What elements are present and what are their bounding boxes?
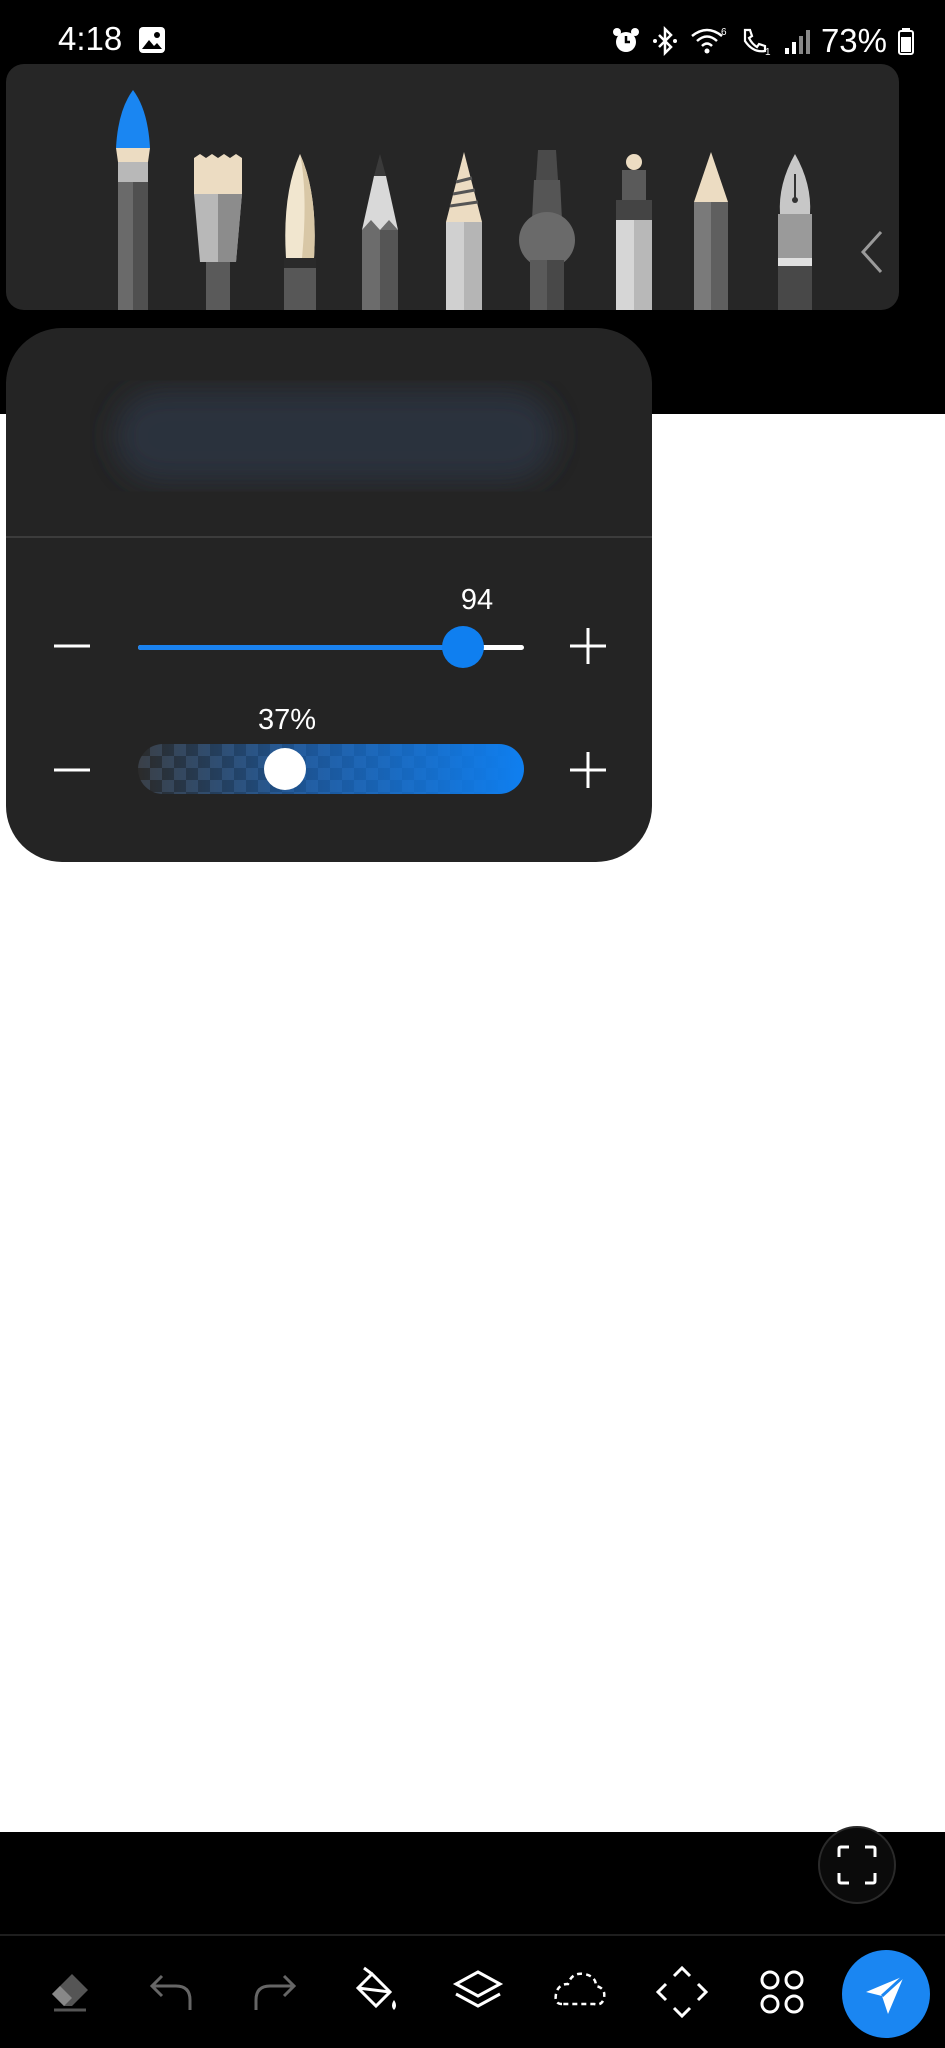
- bluetooth-icon: [651, 26, 679, 56]
- gallery-icon: [138, 26, 166, 59]
- status-time: 4:18: [58, 20, 123, 57]
- undo-button[interactable]: [136, 1956, 208, 2028]
- signal-icon: [783, 26, 811, 56]
- redo-button[interactable]: [238, 1956, 310, 2028]
- wifi-icon: 6: [689, 26, 729, 56]
- redo-icon: [254, 1974, 297, 2010]
- marker[interactable]: [610, 154, 658, 310]
- brush-settings-panel: 94 37%: [6, 328, 652, 862]
- send-button[interactable]: [842, 1950, 930, 2038]
- opacity-gradient: [138, 744, 524, 794]
- size-value: 94: [460, 584, 494, 616]
- crayon[interactable]: [688, 152, 734, 310]
- brush-stroke-preview: [90, 362, 580, 510]
- battery-percent: 73%: [820, 22, 887, 59]
- size-increase-button[interactable]: [558, 616, 618, 676]
- opacity-slider-thumb[interactable]: [264, 748, 306, 790]
- transform-icon: [656, 1966, 708, 2018]
- fountain-pen[interactable]: [772, 154, 818, 310]
- brush-tray: [6, 64, 899, 310]
- round-brush[interactable]: [278, 154, 322, 310]
- size-slider-fill: [138, 645, 482, 650]
- svg-text:6: 6: [721, 27, 727, 38]
- call-icon: 1: [739, 26, 773, 56]
- more-button[interactable]: [746, 1956, 818, 2028]
- battery-icon: [897, 26, 915, 56]
- eraser-icon: [52, 1974, 88, 2012]
- fill-bucket-icon: [355, 1966, 396, 2010]
- watercolor-brush[interactable]: [112, 90, 154, 310]
- pencil[interactable]: [358, 154, 402, 310]
- flat-brush[interactable]: [192, 152, 244, 310]
- layers-icon: [452, 1970, 504, 2008]
- opacity-slider[interactable]: [138, 744, 524, 794]
- airbrush[interactable]: [516, 150, 578, 310]
- fullscreen-button[interactable]: [818, 1826, 896, 1904]
- undo-icon: [149, 1974, 192, 2010]
- eraser-button[interactable]: [34, 1956, 106, 2028]
- lasso-icon: [554, 1972, 606, 2006]
- toolbar-divider: [0, 1934, 945, 1936]
- collapse-chevron-icon[interactable]: [854, 224, 890, 280]
- more-icon: [760, 1970, 804, 2014]
- fullscreen-icon: [837, 1845, 877, 1885]
- transform-button[interactable]: [646, 1956, 718, 2028]
- status-icons: 6 1 73%: [611, 22, 915, 60]
- lasso-button[interactable]: [544, 1956, 616, 2028]
- fill-button[interactable]: [340, 1956, 412, 2028]
- svg-text:1: 1: [765, 47, 771, 56]
- size-decrease-button[interactable]: [42, 616, 102, 676]
- colored-pencil[interactable]: [442, 152, 486, 310]
- alarm-icon: [611, 26, 641, 56]
- opacity-decrease-button[interactable]: [42, 740, 102, 800]
- opacity-value: 37%: [257, 704, 317, 736]
- panel-divider: [6, 536, 652, 538]
- opacity-increase-button[interactable]: [558, 740, 618, 800]
- layers-button[interactable]: [442, 1956, 514, 2028]
- size-slider-thumb[interactable]: [442, 626, 484, 668]
- send-icon: [866, 1974, 906, 2014]
